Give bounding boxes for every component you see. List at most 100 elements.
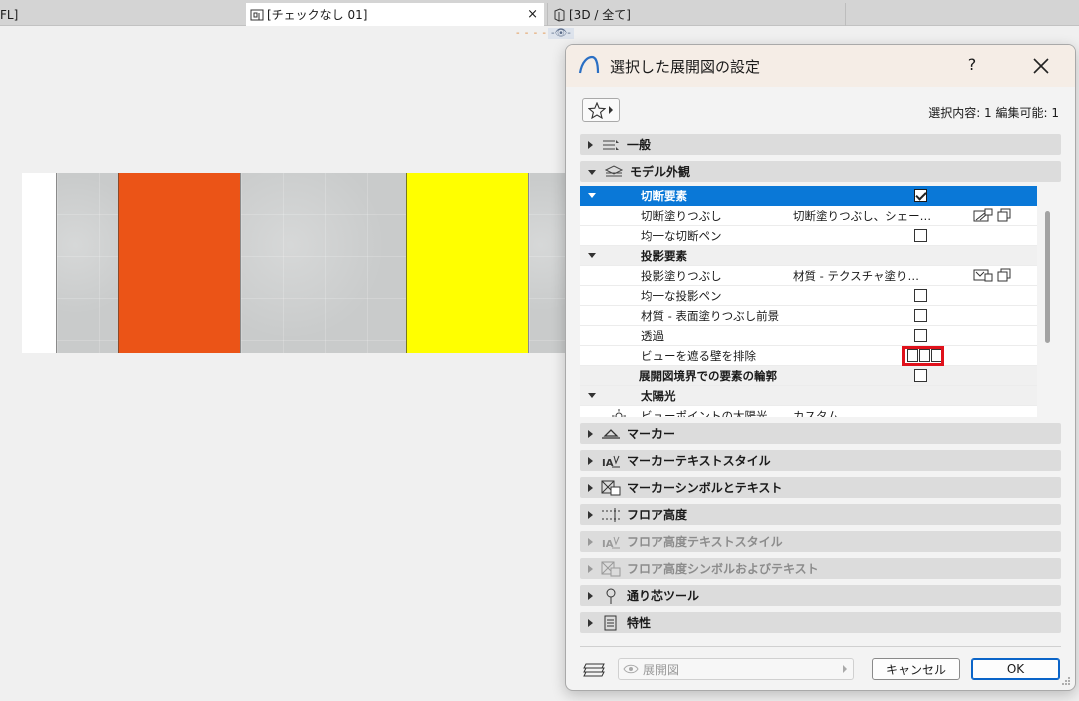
tab-floor-plan[interactable]: FL] [0,3,244,26]
elevation-white-segment [22,173,56,353]
tree-row-cut-elements[interactable]: 切断要素 [580,186,1037,206]
chevron-right-icon [588,456,593,465]
section-label: フロア高度 [627,508,688,522]
section-label: モデル外観 [630,165,691,179]
row-value: 材質 - テクスチャ塗り… [793,268,919,283]
help-button[interactable]: ? [964,55,980,74]
row-label: ビューポイントの太陽光 [641,408,768,418]
ok-button[interactable]: OK [971,658,1060,680]
tab-label: FL] [0,7,19,22]
tree-row-sunlight[interactable]: 太陽光 [580,386,1037,406]
tab-elevation-active[interactable]: [チェックなし 01] × [246,3,544,26]
tab-3d-view[interactable]: [3D / 全て] [547,3,843,26]
grid-tool-icon [606,588,616,604]
section-marker-text-style[interactable]: IA マーカーテキストスタイル [580,450,1061,471]
row-label: 投影要素 [641,248,687,263]
section-model-appearance[interactable]: モデル外観 [580,161,1061,182]
section-label: 特性 [627,616,652,630]
chevron-down-icon [588,193,596,198]
section-label: フロア高度テキストスタイル [627,535,783,549]
row-label: 透過 [641,328,664,343]
tree-row-cut-fill[interactable]: 切断塗りつぶし 切断塗りつぶし、シェー… [580,206,1037,226]
texture-fill-icon[interactable] [973,268,993,282]
close-dialog-icon[interactable] [1028,53,1054,79]
red-highlight-box [902,346,944,366]
dialog-title-bar[interactable]: 選択した展開図の設定 ? [566,45,1075,87]
tree-row-viewpoint-sunlight[interactable]: ビューポイントの太陽光 カスタム [580,406,1037,417]
chevron-right-icon [588,537,593,546]
section-grid-tool[interactable]: 通り芯ツール [580,585,1061,606]
sun-icon [612,409,626,417]
elevation-yellow-wall [406,173,528,353]
row-value: 切断塗りつぶし、シェー… [793,208,932,223]
selection-info: 選択内容: 1 編集可能: 1 [928,106,1059,120]
favorites-button[interactable] [582,98,620,122]
model-appearance-icon [604,164,624,176]
tab-label: [3D / 全て] [569,8,631,22]
chevron-right-icon [588,510,593,519]
uniform-cut-pen-checkbox[interactable] [914,229,927,242]
surface-fill-foreground-checkbox[interactable] [914,309,927,322]
elevation-concrete-wall [240,173,406,353]
floor-level-icon [602,507,620,522]
tree-row-projected-fill[interactable]: 投影塗りつぶし 材質 - テクスチャ塗り… [580,266,1037,286]
section-floor-level[interactable]: フロア高度 [580,504,1061,525]
section-properties[interactable]: 特性 [580,612,1061,633]
section-label: フロア高度シンボルおよびテキスト [627,562,819,576]
properties-icon [604,615,617,630]
resize-grip-icon[interactable] [1061,676,1071,686]
cut-elements-checkbox[interactable] [914,189,927,202]
boundary-contours-checkbox[interactable] [914,369,927,382]
chevron-down-icon [588,393,596,398]
general-settings-icon [603,139,619,150]
transparency-checkbox[interactable] [914,329,927,342]
elevation-concrete-wall [56,173,118,353]
cancel-button[interactable]: キャンセル [872,658,960,680]
tree-row-boundary-contours[interactable]: 展開図境界での要素の輪郭 [580,366,1037,386]
dialog-title: 選択した展開図の設定 [610,58,761,76]
override-icon[interactable] [997,268,1011,282]
svg-text:IA: IA [602,539,614,550]
row-label: 切断要素 [641,188,687,203]
section-label: マーカー [627,427,676,441]
document-tab-bar: FL] [チェックなし 01] × [3D / 全て] [0,0,1079,26]
elevation-stack-icon [583,663,605,677]
tree-row-uniform-projected-pen[interactable]: 均一な投影ペン [580,286,1037,306]
tree-row-exclude-blocking-walls[interactable]: ビューを遮る壁を排除 [580,346,1037,366]
section-marker-symbol[interactable]: マーカーシンボルとテキスト [580,477,1061,498]
section-general[interactable]: 一般 [580,134,1061,155]
chevron-right-icon [609,106,613,114]
tree-row-uniform-cut-pen[interactable]: 均一な切断ペン [580,226,1037,246]
section-label: マーカーシンボルとテキスト [627,481,783,495]
close-tab-icon[interactable]: × [527,7,538,22]
section-label: 一般 [627,138,652,152]
floor-level-symbol-icon [601,561,621,576]
chevron-right-icon [588,591,593,600]
row-label: 投影塗りつぶし [641,268,722,283]
chevron-right-icon [588,483,593,492]
tree-row-projected-elements[interactable]: 投影要素 [580,246,1037,266]
uniform-projected-pen-checkbox[interactable] [914,289,927,302]
eye-icon [623,664,639,674]
tree-row-transparency[interactable]: 透過 [580,326,1037,346]
chevron-right-icon [588,140,593,149]
tree-scrollbar[interactable] [1045,211,1050,343]
section-floor-level-text-style[interactable]: IA フロア高度テキストスタイル [580,531,1061,552]
chevron-right-icon [588,564,593,573]
view-type-select[interactable]: 展開図 [618,658,854,680]
chevron-down-icon [588,253,596,258]
section-floor-level-symbol[interactable]: フロア高度シンボルおよびテキスト [580,558,1061,579]
view-select-value: 展開図 [643,662,680,677]
elevation-concrete-wall [528,173,568,353]
view-visibility-indicator: -👁- [548,28,574,39]
tree-row-surface-fill-foreground[interactable]: 材質 - 表面塗りつぶし前景 [580,306,1037,326]
marker-symbol-icon [601,480,621,495]
fill-pattern-icon[interactable] [973,208,993,222]
elevation-settings-dialog: 選択した展開図の設定 ? 選択内容: 1 編集可能: 1 一般 モデル外観 切断… [565,44,1076,691]
row-value: カスタム [793,408,839,418]
row-label: 切断塗りつぶし [641,208,722,223]
section-label: マーカーテキストスタイル [627,454,771,468]
chevron-right-icon [588,429,593,438]
override-icon[interactable] [997,208,1011,222]
section-marker[interactable]: マーカー [580,423,1061,444]
